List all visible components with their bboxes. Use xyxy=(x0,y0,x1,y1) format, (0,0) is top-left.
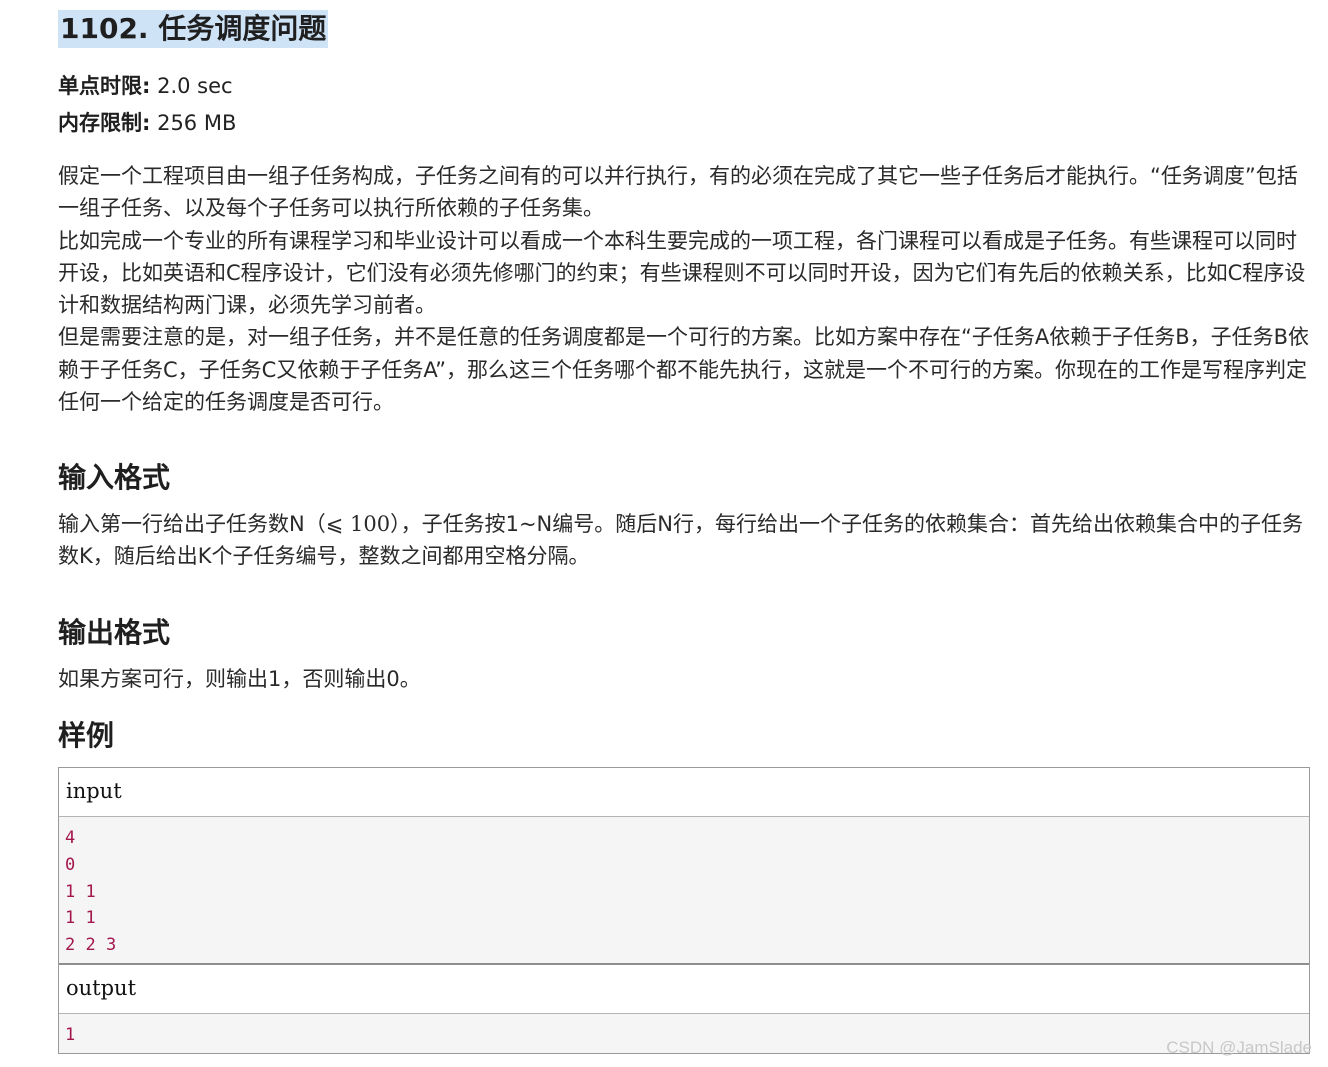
time-limit-label: 单点时限: xyxy=(58,74,151,98)
time-limit-value: 2.0 sec xyxy=(150,74,233,98)
input-format-heading: 输入格式 xyxy=(58,461,171,494)
output-format-heading: 输出格式 xyxy=(58,616,171,649)
sample-heading: 样例 xyxy=(58,719,115,752)
output-format-text: 如果方案可行，则输出1，否则输出0。 xyxy=(58,667,421,691)
input-format-text: 输入第一行给出子任务数N（⩽ 100），子任务按1~N编号。随后N行，每行给出一… xyxy=(58,508,1310,572)
input-text-before: 输入第一行给出子任务数N（ xyxy=(58,512,326,536)
sample-box: input 4 0 1 1 1 1 2 2 3 output 1 xyxy=(58,767,1310,1054)
memory-limit: 内存限制: 256 MB xyxy=(58,109,236,137)
watermark: CSDN @JamSlade xyxy=(1166,1038,1312,1057)
title-wrap: 1102. 任务调度问题 xyxy=(58,10,329,48)
description-paragraph-1: 假定一个工程项目由一组子任务构成，子任务之间有的可以并行执行，有的必须在完成了其… xyxy=(58,164,1298,221)
sample-input-label: input xyxy=(59,768,1309,817)
time-limit: 单点时限: 2.0 sec xyxy=(58,72,233,100)
sample-input-content[interactable]: 4 0 1 1 1 1 2 2 3 xyxy=(59,817,1309,963)
sample-output-label: output xyxy=(59,962,1309,1014)
description-paragraph-2: 比如完成一个专业的所有课程学习和毕业设计可以看成一个本科生要完成的一项工程，各门… xyxy=(58,228,1306,318)
problem-title: 1102. 任务调度问题 xyxy=(58,10,329,48)
sample-output-content[interactable]: 1 xyxy=(59,1013,1309,1053)
memory-limit-label: 内存限制: xyxy=(58,111,151,135)
description-paragraph-3: 但是需要注意的是，对一组子任务，并不是任意的任务调度都是一个可行的方案。比如方案… xyxy=(58,325,1310,415)
memory-limit-value: 256 MB xyxy=(150,111,237,135)
input-math: ⩽ 100 xyxy=(325,512,391,536)
problem-description: 假定一个工程项目由一组子任务构成，子任务之间有的可以并行执行，有的必须在完成了其… xyxy=(58,160,1310,418)
